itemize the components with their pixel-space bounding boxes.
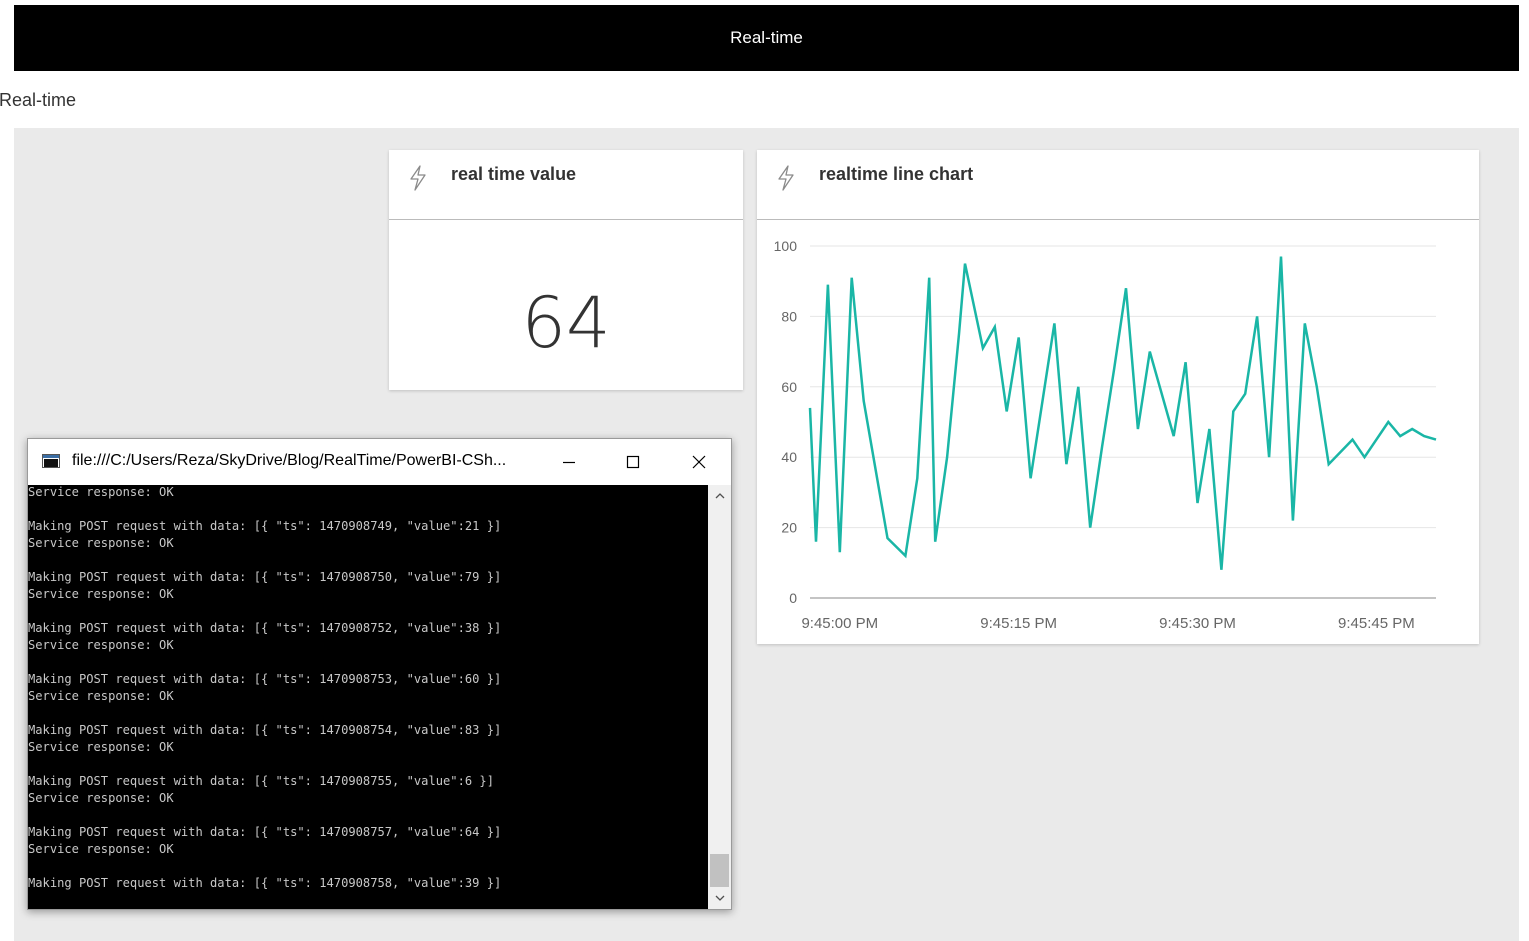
minimize-icon xyxy=(563,461,575,464)
scroll-down-button[interactable] xyxy=(708,887,731,909)
line-chart-tile[interactable]: realtime line chart 0 20 40 60 80 100 9:45:00 … xyxy=(757,150,1479,644)
y-tick-label: 0 xyxy=(789,590,797,606)
top-header-bar: Real-time xyxy=(14,5,1519,71)
console-text: Service response: OK Making POST request… xyxy=(28,485,502,890)
console-app-icon xyxy=(42,454,60,468)
close-button[interactable] xyxy=(676,445,722,479)
minimize-button[interactable] xyxy=(546,445,592,479)
console-title: file:///C:/Users/Reza/SkyDrive/Blog/Real… xyxy=(72,452,507,469)
y-tick-label: 40 xyxy=(781,449,797,465)
console-scrollbar[interactable] xyxy=(708,485,731,909)
maximize-icon xyxy=(626,455,640,469)
x-tick-label: 9:45:45 PM xyxy=(1338,615,1415,632)
dashboard-canvas: real time value 64 realtime line chart 0… xyxy=(14,128,1519,941)
scroll-thumb[interactable] xyxy=(710,854,729,887)
close-icon xyxy=(692,455,706,469)
console-output[interactable]: Service response: OK Making POST request… xyxy=(28,485,708,909)
x-tick-label: 9:45:00 PM xyxy=(801,615,878,632)
x-tick-label: 9:45:30 PM xyxy=(1159,615,1236,632)
y-tick-label: 20 xyxy=(781,520,797,536)
line-chart: 0 20 40 60 80 100 9:45:00 PM 9:45:15 PM 9:45:30 … xyxy=(774,238,1437,632)
dashboard-title: Real-time xyxy=(0,90,77,110)
chevron-down-icon xyxy=(715,895,724,901)
y-tick-label: 60 xyxy=(781,379,797,395)
header-title: Real-time xyxy=(730,28,803,47)
y-tick-label: 80 xyxy=(781,308,797,324)
scroll-up-button[interactable] xyxy=(708,485,731,507)
console-window[interactable]: file:///C:/Users/Reza/SkyDrive/Blog/Real… xyxy=(27,438,732,910)
y-tick-label: 100 xyxy=(774,238,798,254)
series-line xyxy=(808,256,1437,570)
card-tile-title: real time value xyxy=(451,164,577,184)
console-titlebar[interactable]: file:///C:/Users/Reza/SkyDrive/Blog/Real… xyxy=(28,439,731,485)
x-tick-label: 9:45:15 PM xyxy=(980,615,1057,632)
maximize-button[interactable] xyxy=(610,445,656,479)
lightning-bolt-icon xyxy=(410,165,426,191)
card-tile-header: real time value xyxy=(389,150,743,220)
card-tile[interactable]: real time value 64 xyxy=(389,150,743,390)
chevron-up-icon xyxy=(715,493,724,499)
card-value: 64 xyxy=(521,282,611,364)
